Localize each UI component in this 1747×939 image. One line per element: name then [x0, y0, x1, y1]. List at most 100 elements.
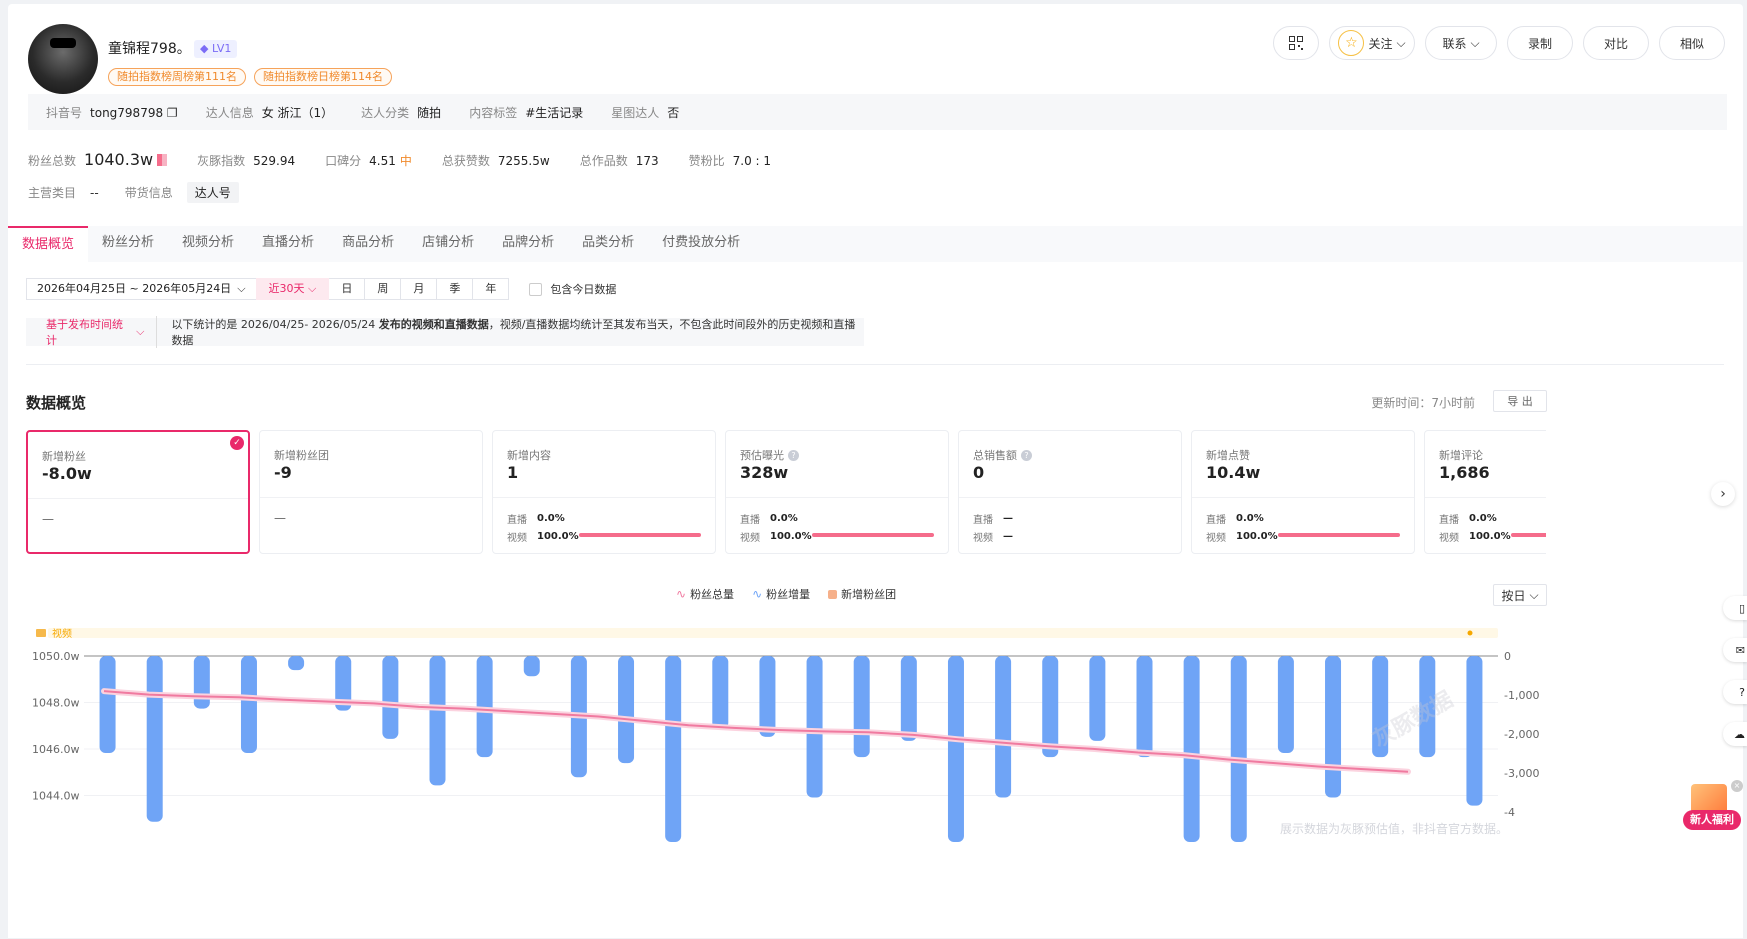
- tab-video[interactable]: 视频分析: [168, 226, 248, 262]
- tab-fans[interactable]: 粉丝分析: [88, 226, 168, 262]
- phone-icon[interactable]: ▯: [1723, 596, 1747, 620]
- segment-day[interactable]: 日: [329, 278, 366, 300]
- tab-paid-ads[interactable]: 付费投放分析: [648, 226, 754, 262]
- close-icon[interactable]: ×: [1731, 780, 1743, 792]
- delta-bar: [618, 656, 635, 764]
- chart-icon[interactable]: [157, 154, 168, 166]
- check-icon: ✓: [230, 436, 244, 450]
- date-range-picker[interactable]: 2026年04月25日 ~ 2026年05月24日 ⌵: [26, 278, 256, 300]
- help-icon[interactable]: ?: [1021, 449, 1032, 461]
- metric-empty: —: [274, 511, 286, 525]
- metric-title: 预估曝光: [740, 449, 784, 462]
- video-share-bar: [579, 533, 701, 537]
- info-label: 达人分类: [361, 105, 410, 120]
- metric-new-likes[interactable]: 新增点赞 10.4w 直播 0.0% 视频 100.0%: [1191, 430, 1415, 554]
- avatar[interactable]: [28, 24, 98, 94]
- segment-month[interactable]: 月: [401, 278, 438, 300]
- video-label: 视频: [740, 533, 760, 544]
- preset-30d[interactable]: 近30天 ⌵: [255, 278, 330, 300]
- video-pct: 100.0%: [1236, 531, 1278, 542]
- video-band-label: 视频: [52, 627, 72, 640]
- delta-bar: [523, 656, 540, 677]
- segment-quarter[interactable]: 季: [437, 278, 474, 300]
- stat-reputation: 口碑分 4.51 中: [325, 152, 412, 169]
- metric-new-content[interactable]: 新增内容 1 直播 0.0% 视频 100.0%: [492, 430, 716, 554]
- basis-label: 基于发布时间统计: [46, 318, 123, 347]
- chat-icon[interactable]: ☁: [1723, 722, 1747, 746]
- metric-est-exposure[interactable]: 预估曝光? 328w 直播 0.0% 视频 100.0%: [725, 430, 949, 554]
- include-today-toggle[interactable]: 包含今日数据: [529, 281, 616, 297]
- copy-icon[interactable]: ❐: [167, 106, 178, 120]
- delta-bar: [900, 656, 917, 741]
- video-label: 视频: [973, 533, 993, 544]
- video-label: 视频: [1439, 533, 1459, 544]
- metric-divider: [959, 497, 1181, 498]
- info-label: 内容标签: [469, 105, 518, 120]
- segment-week[interactable]: 周: [365, 278, 402, 300]
- export-button[interactable]: 导 出: [1493, 390, 1547, 412]
- stat-fans: 粉丝总数 1040.3w: [28, 150, 168, 169]
- legend-total[interactable]: ∿ 粉丝总量: [676, 586, 734, 602]
- tab-overview[interactable]: 数据概览: [8, 226, 89, 262]
- legend-delta[interactable]: ∿ 粉丝增量: [752, 586, 810, 602]
- granularity-select[interactable]: 按日 ⌵: [1493, 584, 1547, 606]
- metric-divider: [1425, 497, 1546, 498]
- follow-button[interactable]: ☆ 关注 ⌵: [1329, 26, 1415, 60]
- metric-value: 328w: [740, 463, 789, 482]
- tab-category[interactable]: 品类分析: [568, 226, 648, 262]
- rank-tag-daily[interactable]: 随拍指数榜日榜第114名: [254, 68, 392, 86]
- delta-bar: [240, 656, 257, 754]
- notice-text: 以下统计的是 2026/04/25- 2026/05/24 发布的视频和直播数据…: [157, 316, 864, 348]
- reputation-level: 中: [399, 154, 412, 168]
- contact-button[interactable]: 联系 ⌵: [1425, 26, 1497, 60]
- metric-total-sales[interactable]: 总销售额? 0 直播 — 视频 —: [958, 430, 1182, 554]
- delta-bar: [1183, 656, 1200, 842]
- tab-shop[interactable]: 店铺分析: [408, 226, 488, 262]
- info-category: 达人分类 随拍: [361, 104, 441, 121]
- delta-bar: [99, 656, 116, 754]
- similar-button[interactable]: 相似: [1659, 26, 1725, 60]
- chevron-right-icon[interactable]: ›: [1711, 482, 1735, 506]
- help-icon[interactable]: ?: [1723, 680, 1747, 704]
- stat-value: 1040.3w: [84, 150, 154, 169]
- help-icon[interactable]: ?: [788, 449, 799, 461]
- newcomer-promo[interactable]: 新人福利 ×: [1683, 780, 1743, 840]
- video-icon: [36, 629, 46, 637]
- metric-new-fan-club[interactable]: 新增粉丝团 -9 —: [259, 430, 483, 554]
- metric-divider: [726, 497, 948, 498]
- metric-title-wrap: 总销售额?: [973, 447, 1032, 463]
- tab-goods[interactable]: 商品分析: [328, 226, 408, 262]
- mail-icon[interactable]: ✉: [1723, 638, 1747, 662]
- basis-select[interactable]: 基于发布时间统计 ⌵: [26, 316, 158, 348]
- live-label: 直播: [740, 515, 760, 526]
- metric-divider: [1192, 497, 1414, 498]
- record-button[interactable]: 录制: [1507, 26, 1573, 60]
- info-label: 星图达人: [611, 105, 660, 120]
- square-icon: [828, 589, 838, 599]
- rank-tag-weekly[interactable]: 随拍指数榜周榜第111名: [108, 68, 246, 86]
- delta-bar: [429, 656, 446, 786]
- segment-year[interactable]: 年: [473, 278, 510, 300]
- metric-title: 新增点赞: [1206, 449, 1250, 462]
- delta-bar: [1042, 656, 1059, 758]
- delta-bar: [947, 656, 964, 842]
- metric-new-fans[interactable]: ✓ 新增粉丝 -8.0w —: [26, 430, 250, 554]
- info-value: 随拍: [417, 105, 442, 120]
- y-right-tick: -1,000: [1504, 689, 1539, 702]
- fans-chart: 视频 1050.0w 1048.0w 1046.0w 1044.0w 0 -1,000 -2,…: [32, 627, 1539, 842]
- stat-label: 总作品数: [579, 154, 628, 168]
- include-today-checkbox[interactable]: [529, 282, 543, 296]
- compare-button[interactable]: 对比: [1583, 26, 1649, 60]
- tab-live[interactable]: 直播分析: [248, 226, 328, 262]
- legend-club[interactable]: 新增粉丝团: [828, 586, 896, 602]
- divider: [26, 364, 1724, 365]
- stat-like-fan-ratio: 赞粉比 7.0 : 1: [689, 152, 771, 169]
- stat-label: 灰豚指数: [197, 154, 246, 168]
- metric-new-comments[interactable]: 新增评论 1,686 直播 0.0% 视频 100.0%: [1424, 430, 1546, 554]
- live-label: 直播: [507, 515, 527, 526]
- line-icon: ∿: [676, 587, 687, 601]
- metric-value: 1,686: [1439, 463, 1490, 482]
- tab-brand[interactable]: 品牌分析: [488, 226, 568, 262]
- qrcode-button[interactable]: [1273, 26, 1319, 60]
- live-pct: 0.0%: [1469, 513, 1497, 524]
